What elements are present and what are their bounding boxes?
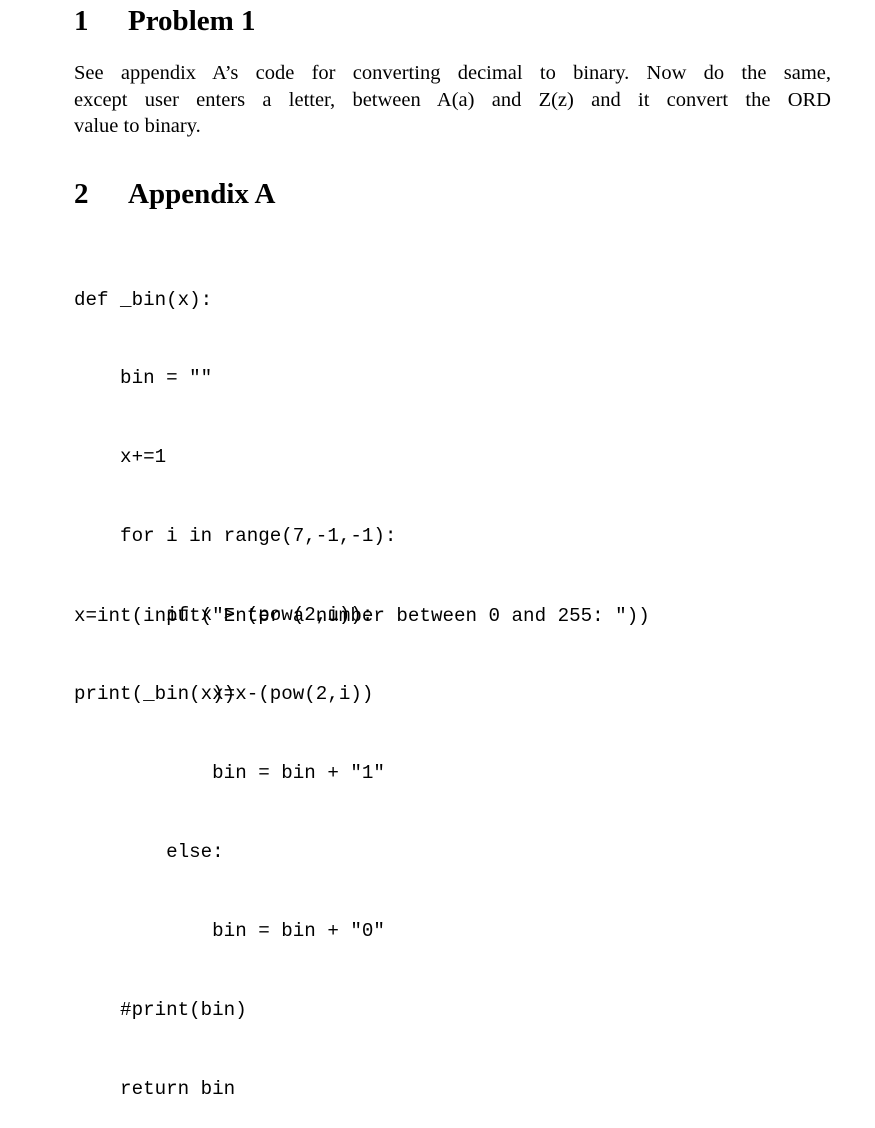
section-title: Problem 1: [128, 5, 256, 37]
section-heading-appendix-a: 2 Appendix A: [74, 177, 275, 211]
code-line: print(_bin(x)): [74, 683, 236, 706]
code-line: bin = bin + "1": [74, 761, 385, 784]
code-line: for i in range(7,-1,-1):: [74, 525, 397, 548]
code-line: def _bin(x):: [74, 288, 213, 311]
section-title: Appendix A: [128, 178, 276, 210]
section-number: 2: [74, 178, 89, 210]
code-listing-main: x=int(input("Enter a number between 0 an…: [74, 550, 650, 734]
code-line: #print(bin): [74, 998, 247, 1021]
code-line: x=int(input("Enter a number between 0 an…: [74, 604, 650, 627]
code-line: bin = "": [74, 367, 213, 390]
section-number: 1: [74, 5, 89, 37]
section-heading-problem-1: 1 Problem 1: [74, 4, 256, 38]
problem-description: See appendix A’s code for converting dec…: [74, 60, 831, 140]
code-line: else:: [74, 840, 224, 863]
paragraph-line: See appendix A’s code for converting dec…: [74, 62, 831, 84]
paragraph-line: except user enters a letter, between A(a…: [74, 88, 831, 111]
paragraph-line: value to binary.: [74, 115, 201, 137]
code-line: bin = bin + "0": [74, 919, 385, 942]
code-line: return bin: [74, 1077, 236, 1100]
code-line: x+=1: [74, 446, 167, 469]
